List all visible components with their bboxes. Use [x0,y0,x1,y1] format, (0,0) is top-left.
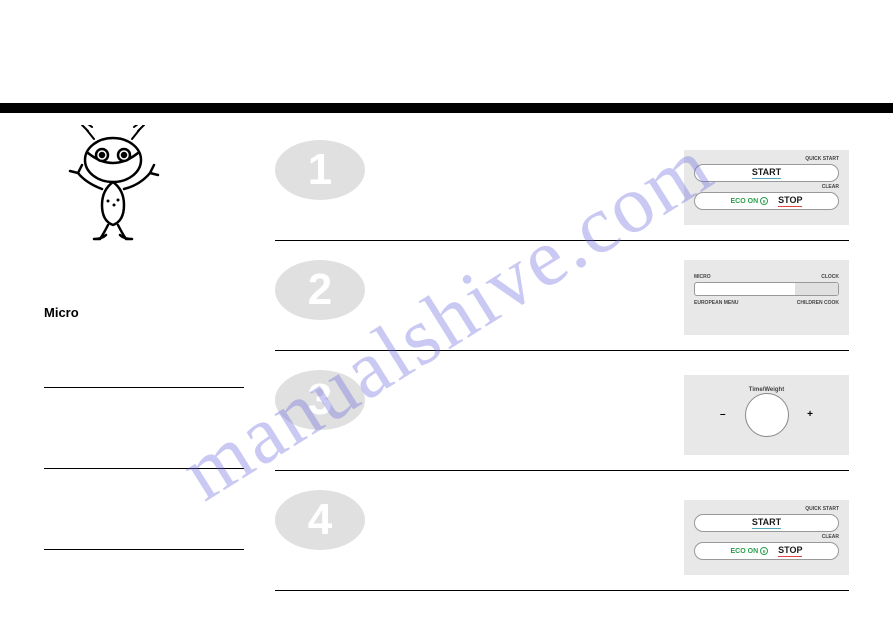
quick-start-label: QUICK START [805,506,839,512]
step-number-badge: 1 [275,140,365,200]
step-number: 1 [308,145,332,195]
control-panel-4: QUICK START START CLEAR ECO ONe STOP [684,500,849,575]
micro-heading: Micro [44,305,79,320]
european-menu-label: EUROPEAN MENU [694,300,738,306]
children-cook-label: CHILDREN COOK [797,300,839,306]
control-panel-3: Time/Weight – + [684,375,849,455]
dial-plus: + [807,409,813,420]
eco-stop-button[interactable]: ECO ONe STOP [694,542,839,560]
start-button[interactable]: START [694,164,839,182]
eco-icon: e [760,197,768,205]
eco-stop-button[interactable]: ECO ONe STOP [694,192,839,210]
clear-label: CLEAR [822,184,839,190]
clock-label: CLOCK [821,274,839,280]
time-weight-dial[interactable] [745,393,789,437]
micro-label: MICRO [694,274,711,280]
start-button[interactable]: START [694,514,839,532]
mode-slider[interactable] [694,282,839,296]
step-number-badge: 3 [275,370,365,430]
control-panel-1: QUICK START START CLEAR ECO ONe STOP [684,150,849,225]
step-divider-3 [275,470,849,471]
step-divider-2 [275,350,849,351]
step-number: 3 [308,375,332,425]
quick-start-label: QUICK START [805,156,839,162]
dial-minus: – [720,409,726,420]
step-number-badge: 2 [275,260,365,320]
left-rule-2 [44,468,244,469]
eco-icon: e [760,547,768,555]
left-rule-1 [44,387,244,388]
header-bar [0,103,893,113]
time-weight-label: Time/Weight [694,387,839,393]
clear-label: CLEAR [822,534,839,540]
step-number: 4 [308,495,332,545]
step-number-badge: 4 [275,490,365,550]
mascot-illustration [58,125,178,245]
step-divider-1 [275,240,849,241]
step-number: 2 [308,265,332,315]
step-divider-4 [275,590,849,591]
control-panel-2: MICRO CLOCK EUROPEAN MENU CHILDREN COOK [684,260,849,335]
left-rule-3 [44,549,244,550]
